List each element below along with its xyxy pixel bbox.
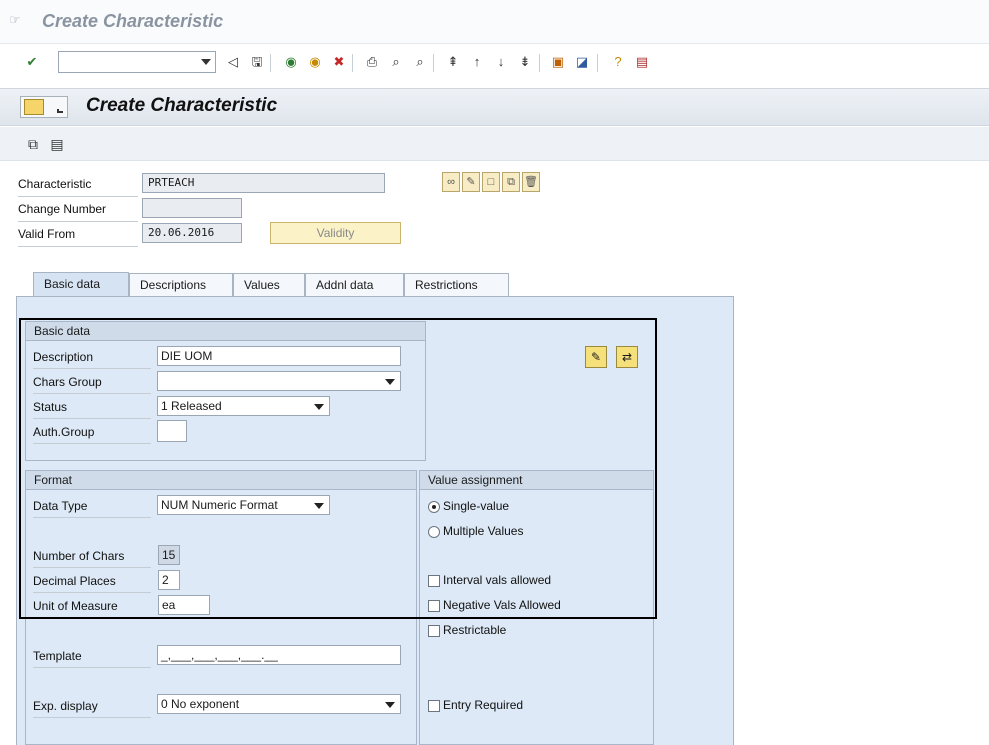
restrictable-checkbox[interactable] [428,625,440,637]
edit-pencil-icon[interactable]: ✎ [462,172,480,192]
help-icon[interactable]: ? [609,53,627,71]
chevron-down-icon [385,702,395,708]
exit-icon[interactable]: ◉ [306,53,324,71]
page-title: Create Characteristic [86,95,278,116]
find-icon[interactable]: ⌕ [387,53,405,71]
shortcut-icon[interactable]: ◪ [573,53,591,71]
template-field[interactable]: _,___,___,___,___.__ [157,645,401,665]
prev-page-icon[interactable]: ↑ [468,53,486,71]
chevron-down-icon [57,109,63,113]
application-toolbar: ⧉ ▤ [0,127,989,161]
delete-icon[interactable]: 🗑 [522,172,540,192]
last-page-icon[interactable]: ⇟ [516,53,534,71]
tab-basic-data[interactable]: Basic data [33,272,129,298]
new-session-icon[interactable]: ▣ [549,53,567,71]
other-characteristic-icon[interactable]: ⧉ [24,135,42,153]
valid-from-label: Valid From [18,227,76,241]
application-header: Create Characteristic [0,88,989,126]
tab-values[interactable]: Values [233,273,305,297]
next-page-icon[interactable]: ↓ [492,53,510,71]
find-next-icon[interactable]: ⌕ [411,53,429,71]
tab-restrictions[interactable]: Restrictions [404,273,509,297]
exp-display-label: Exp. display [33,699,98,713]
command-field[interactable] [58,51,216,73]
entry-required-checkbox[interactable] [428,700,440,712]
characteristic-label: Characteristic [18,177,92,191]
exp-display-select[interactable]: 0 No exponent [157,694,401,714]
menu-icon [24,99,44,115]
layout-icon[interactable]: ▤ [633,53,651,71]
window-title: Create Characteristic [42,11,224,31]
save-icon[interactable]: 🖫 [248,53,266,71]
restrictable-label: Restrictable [443,623,507,637]
validity-button[interactable]: Validity [270,222,401,244]
change-number-field[interactable] [142,198,242,218]
chevron-down-icon[interactable] [201,59,211,65]
create-icon[interactable]: □ [482,172,500,192]
window-icon: ☞ [9,12,21,27]
template-label: Template [33,649,82,663]
menu-button[interactable] [20,96,68,118]
cancel-icon[interactable]: ✖ [330,53,348,71]
characteristic-field[interactable]: PRTEACH [142,173,385,193]
first-page-icon[interactable]: ⇞ [444,53,462,71]
display-icon[interactable]: ∞ [442,172,460,192]
back-nav-icon[interactable]: ◉ [282,53,300,71]
copy-icon[interactable]: ⧉ [502,172,520,192]
highlight-box [19,318,657,619]
standard-toolbar: ✔ ◁ 🖫 ◉ ◉ ✖ ⎙ ⌕ ⌕ ⇞ ↑ ↓ ⇟ ▣ ◪ ? ▤ [0,45,989,85]
check-icon[interactable]: ✔ [23,53,41,71]
tab-descriptions[interactable]: Descriptions [129,273,233,297]
valid-from-field[interactable]: 20.06.2016 [142,223,242,243]
list-icon[interactable]: ▤ [48,135,66,153]
change-number-label: Change Number [18,202,107,216]
entry-required-label: Entry Required [443,698,524,712]
back-icon[interactable]: ◁ [224,53,242,71]
print-icon[interactable]: ⎙ [363,53,381,71]
title-bar: ☞ Create Characteristic [0,0,989,44]
tab-addnl-data[interactable]: Addnl data [305,273,404,297]
